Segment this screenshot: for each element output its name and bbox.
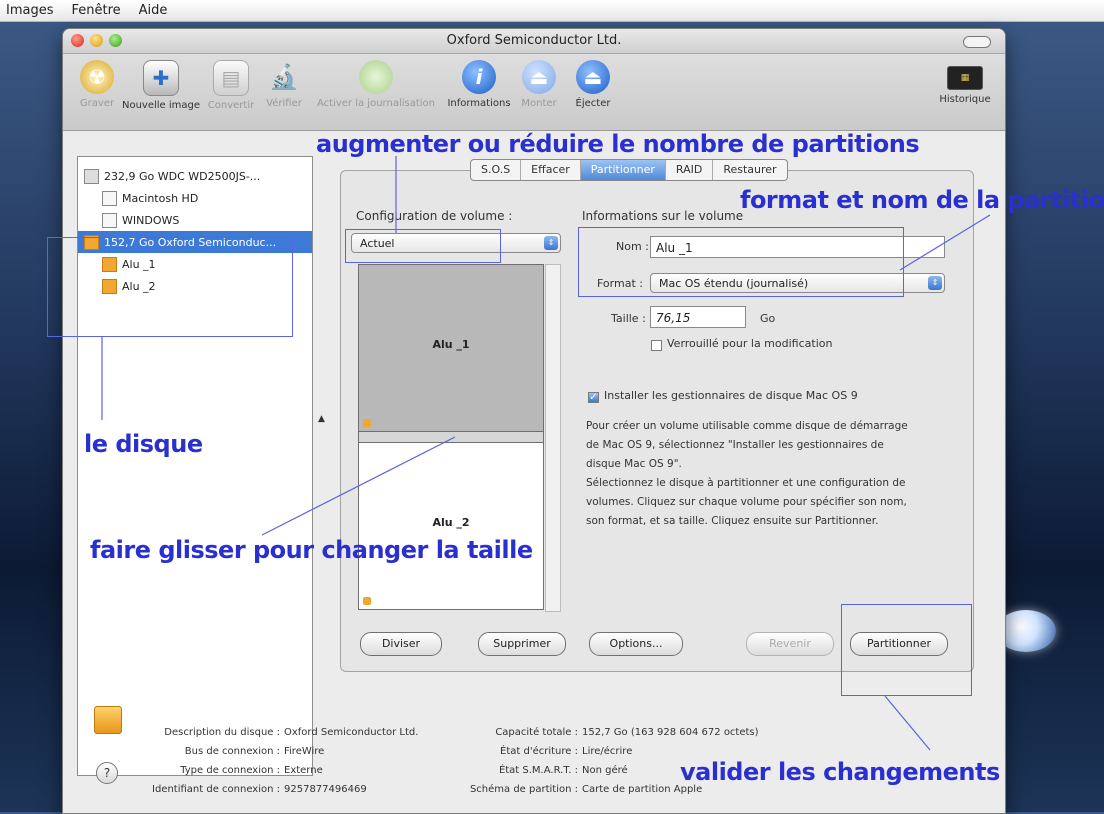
- info-icon: i: [462, 60, 496, 94]
- volume-info-label: Informations sur le volume: [582, 209, 744, 223]
- volume-block-alu-2[interactable]: Alu _2: [358, 442, 544, 610]
- toolbar-enable-journaling[interactable]: Activer la journalisation: [311, 58, 441, 109]
- menu-images[interactable]: Images: [6, 3, 54, 18]
- menu-window[interactable]: Fenêtre: [72, 3, 121, 18]
- install-os9-drivers-label: Installer les gestionnaires de disque Ma…: [604, 389, 858, 402]
- toolbar-verify[interactable]: 🔬 Vérifier: [259, 58, 309, 109]
- zoom-window-button[interactable]: [109, 34, 122, 47]
- popup-arrows-icon: ⇕: [544, 236, 558, 250]
- lock-icon: [363, 419, 371, 427]
- toolbar-mount[interactable]: ⏏ Monter: [509, 58, 569, 109]
- volume-item-alu-1[interactable]: Alu _1: [78, 253, 312, 275]
- menu-bar: Images Fenêtre Aide: [0, 0, 1104, 22]
- help-button[interactable]: ?: [96, 762, 118, 784]
- volume-scheme-popup[interactable]: Actuel ⇕: [351, 233, 561, 253]
- hard-drive-icon: [84, 168, 99, 184]
- disk-list: 232,9 Go WDC WD2500JS-... Macintosh HD W…: [77, 156, 313, 776]
- volume-block-alu-1[interactable]: Alu _1: [358, 264, 544, 432]
- locked-label: Verrouillé pour la modification: [667, 337, 833, 350]
- volume-icon: [102, 190, 117, 206]
- volume-map-scrollbar[interactable]: [545, 264, 561, 612]
- journaling-icon: [359, 60, 393, 94]
- annotation-format: format et nom de la partition: [740, 186, 1104, 214]
- help-text: Pour créer un volume utilisable comme di…: [586, 420, 908, 527]
- convert-icon: ▤: [213, 60, 249, 96]
- split-button[interactable]: Diviser: [360, 632, 442, 656]
- lock-icon: [363, 597, 371, 605]
- toolbar-info[interactable]: i Informations: [439, 58, 519, 109]
- volume-name-field[interactable]: Alu _1: [650, 236, 945, 258]
- volume-config-label: Configuration de volume :: [356, 209, 513, 223]
- toolbar-burn[interactable]: ☢ Graver: [65, 58, 129, 109]
- toolbar-eject[interactable]: ⏏ Éjecter: [563, 58, 623, 109]
- volume-item-macintosh-hd[interactable]: Macintosh HD: [78, 187, 312, 209]
- disk-info-left: Description du disque : Oxford Semiconduc…: [152, 727, 419, 795]
- tab-partition[interactable]: Partitionner: [580, 160, 666, 180]
- menu-help[interactable]: Aide: [139, 3, 168, 18]
- burn-icon: ☢: [80, 60, 114, 94]
- install-os9-drivers-checkbox[interactable]: ✓: [588, 392, 599, 403]
- external-drive-icon: [84, 234, 99, 250]
- new-image-icon: ✚: [143, 60, 179, 96]
- disk-item-oxford[interactable]: 152,7 Go Oxford Semiconduc...: [78, 231, 312, 253]
- annotation-disk: le disque: [84, 430, 203, 458]
- toolbar-new-image[interactable]: ✚ Nouvelle image: [121, 58, 201, 111]
- annotation-validate: valider les changements: [680, 758, 1000, 786]
- tab-bar: S.O.S Effacer Partitionner RAID Restaure…: [470, 159, 788, 181]
- close-window-button[interactable]: [71, 34, 84, 47]
- name-label: Nom :: [616, 240, 649, 253]
- volume-format-popup[interactable]: Mac OS étendu (journalisé) ⇕: [650, 273, 945, 293]
- partition-button[interactable]: Partitionner: [850, 632, 948, 656]
- toolbar-toggle-button[interactable]: [963, 36, 991, 48]
- toolbar-history[interactable]: ▦ Historique: [933, 58, 997, 105]
- eject-icon: ⏏: [576, 60, 610, 94]
- volume-icon: [102, 212, 117, 228]
- format-label: Format :: [597, 277, 643, 290]
- popup-arrows-icon: ⇕: [928, 276, 942, 290]
- title-bar[interactable]: Oxford Semiconductor Ltd.: [63, 29, 1005, 54]
- toolbar: ☢ Graver ✚ Nouvelle image ▤ Convertir 🔬 …: [63, 54, 1005, 131]
- window-controls: [71, 34, 122, 47]
- size-label: Taille :: [611, 312, 646, 325]
- volume-size-field[interactable]: 76,15: [650, 306, 746, 328]
- volume-icon: [102, 278, 117, 294]
- disk-item-wdc[interactable]: 232,9 Go WDC WD2500JS-...: [78, 165, 312, 187]
- mount-icon: ⏏: [522, 60, 556, 94]
- volume-resize-handle[interactable]: [358, 432, 544, 442]
- options-button[interactable]: Options...: [589, 632, 683, 656]
- volume-item-windows[interactable]: WINDOWS: [78, 209, 312, 231]
- annotation-partitions: augmenter ou réduire le nombre de partit…: [316, 130, 920, 158]
- sidebar-resize-handle[interactable]: ▲: [318, 414, 325, 424]
- log-icon: ▦: [947, 66, 983, 90]
- volume-item-alu-2[interactable]: Alu _2: [78, 275, 312, 297]
- revert-button[interactable]: Revenir: [746, 632, 834, 656]
- tab-raid[interactable]: RAID: [666, 160, 714, 180]
- disk-icon: [94, 706, 122, 734]
- toolbar-convert[interactable]: ▤ Convertir: [199, 58, 263, 111]
- minimize-window-button[interactable]: [90, 34, 103, 47]
- tab-restore[interactable]: Restaurer: [713, 160, 786, 180]
- volume-icon: [102, 256, 117, 272]
- window-title: Oxford Semiconductor Ltd.: [446, 33, 622, 48]
- tab-erase[interactable]: Effacer: [521, 160, 581, 180]
- microscope-icon: 🔬: [269, 63, 299, 91]
- delete-button[interactable]: Supprimer: [478, 632, 566, 656]
- tab-first-aid[interactable]: S.O.S: [471, 160, 522, 180]
- annotation-drag: faire glisser pour changer la taille: [90, 536, 533, 564]
- locked-checkbox[interactable]: [651, 340, 662, 351]
- size-unit: Go: [760, 312, 776, 325]
